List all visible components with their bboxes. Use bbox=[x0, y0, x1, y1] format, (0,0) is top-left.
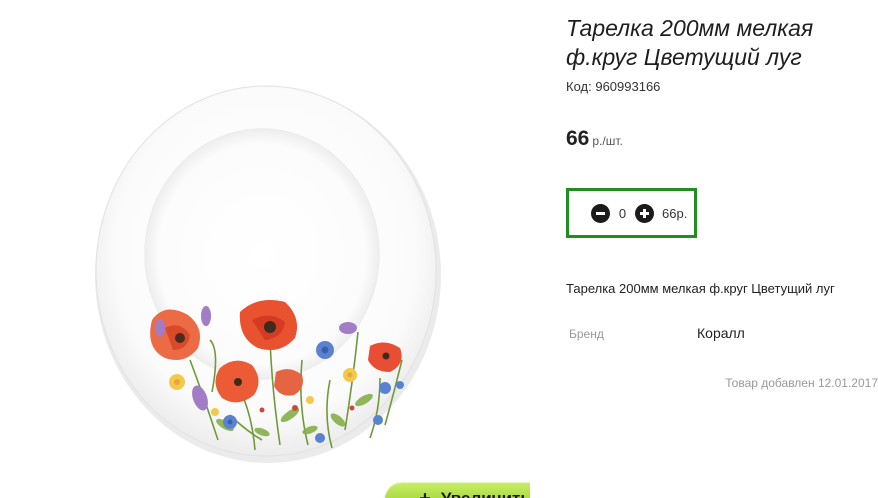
product-title: Тарелка 200мм мелкая ф.круг Цветущий луг bbox=[566, 15, 814, 70]
plus-icon: + bbox=[419, 489, 431, 498]
product-description: Тарелка 200мм мелкая ф.круг Цветущий луг bbox=[566, 281, 835, 296]
price: 66 р./шт. bbox=[566, 127, 878, 151]
zoom-button-label: Увеличить bbox=[441, 489, 530, 498]
quantity-input[interactable]: 0 bbox=[610, 206, 635, 221]
product-code-label: Код: bbox=[566, 79, 592, 94]
increase-quantity-button[interactable] bbox=[635, 203, 654, 223]
product-code-value: 960993166 bbox=[595, 79, 661, 94]
price-unit: р./шт. bbox=[592, 134, 623, 148]
quantity-stepper: 0 66р. bbox=[566, 188, 697, 238]
minus-circle-icon bbox=[596, 211, 605, 215]
product-image[interactable] bbox=[40, 20, 530, 498]
price-value: 66 bbox=[566, 127, 590, 150]
product-info: Тарелка 200мм мелкая ф.круг Цветущий луг… bbox=[566, 14, 878, 390]
brand-row: Бренд Коралл bbox=[569, 325, 869, 343]
added-date: Товар добавлен 12.01.2017 bbox=[725, 376, 878, 390]
brand-value: Коралл bbox=[697, 325, 745, 341]
quantity-total: 66р. bbox=[662, 205, 688, 221]
product-image-area: + Увеличить bbox=[40, 20, 530, 498]
product-code: Код: 960993166 bbox=[566, 79, 878, 94]
zoom-button[interactable]: + Увеличить bbox=[385, 482, 530, 498]
plus-circle-icon bbox=[640, 208, 649, 218]
brand-label: Бренд bbox=[569, 327, 604, 341]
decrease-quantity-button[interactable] bbox=[591, 203, 610, 223]
